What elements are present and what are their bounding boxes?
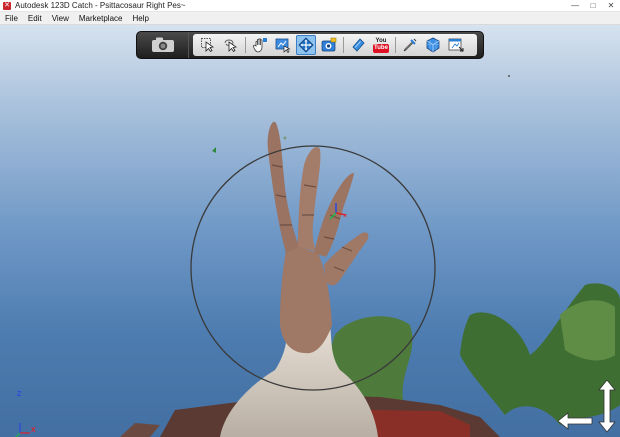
- menu-marketplace[interactable]: Marketplace: [74, 12, 128, 25]
- menu-file[interactable]: File: [0, 12, 23, 25]
- menu-view[interactable]: View: [47, 12, 74, 25]
- camera-icon: [151, 37, 174, 52]
- stray-point: [212, 147, 216, 153]
- scene-render: ×: [15, 75, 620, 437]
- reference-plane-button[interactable]: [348, 35, 368, 55]
- tilted-plane-icon: [352, 38, 365, 52]
- orbit-tool-button[interactable]: [296, 35, 316, 55]
- svg-text:×: ×: [343, 213, 347, 220]
- vertical-arrow-icon[interactable]: [598, 380, 616, 433]
- window-controls: — □ ✕: [566, 0, 620, 12]
- app-icon: ✕: [3, 1, 11, 10]
- mesh-quality-button[interactable]: [423, 35, 443, 55]
- maximize-button[interactable]: □: [584, 0, 602, 12]
- window-title: Autodesk 123D Catch - Psittacosaur Right…: [15, 1, 186, 10]
- toolbar-separator: [245, 37, 246, 53]
- axis-label-x: X: [31, 427, 36, 434]
- measure-tool-button[interactable]: [400, 35, 420, 55]
- youtube-label-you: You: [375, 37, 387, 44]
- syringe-icon: [403, 38, 417, 52]
- export-button[interactable]: [446, 35, 466, 55]
- main-toolbar: You Tube: [136, 31, 484, 59]
- orbit-icon: [298, 37, 314, 53]
- zoom-window-icon: [275, 38, 291, 53]
- view-axis-triad: [15, 423, 30, 437]
- menu-help[interactable]: Help: [127, 12, 153, 25]
- axis-label-z: Z: [17, 391, 22, 398]
- toolbar-separator: [343, 37, 344, 53]
- horizontal-arrow-icon[interactable]: [558, 412, 593, 430]
- menu-edit[interactable]: Edit: [23, 12, 47, 25]
- minimize-button[interactable]: —: [566, 0, 584, 12]
- close-button[interactable]: ✕: [602, 0, 620, 12]
- camera-view-button[interactable]: [319, 35, 339, 55]
- export-window-icon: [448, 38, 464, 52]
- zoom-region-button[interactable]: [273, 35, 293, 55]
- mesh-cube-icon: [426, 37, 440, 53]
- tool-strip: You Tube: [193, 34, 477, 56]
- lasso-select-button[interactable]: [221, 35, 241, 55]
- youtube-icon: You Tube: [373, 38, 389, 53]
- select-tool-button[interactable]: [198, 35, 218, 55]
- navigation-arrows[interactable]: [558, 380, 618, 435]
- stray-point: [508, 75, 510, 77]
- pan-tool-button[interactable]: [250, 35, 270, 55]
- hand-icon: [253, 38, 267, 53]
- youtube-upload-button[interactable]: You Tube: [371, 35, 391, 55]
- menu-bar: File Edit View Marketplace Help: [0, 12, 620, 25]
- lasso-cursor-icon: [224, 39, 238, 52]
- camera-capture-button[interactable]: [137, 32, 189, 58]
- toolbar-separator: [395, 37, 396, 53]
- 3d-viewport[interactable]: × Z X: [0, 25, 620, 437]
- camera-zoom-icon: [321, 37, 337, 52]
- title-bar: ✕ Autodesk 123D Catch - Psittacosaur Rig…: [0, 0, 620, 12]
- cursor-arrow-icon: [201, 38, 215, 52]
- stray-point: [283, 136, 287, 140]
- youtube-label-tube: Tube: [373, 43, 389, 53]
